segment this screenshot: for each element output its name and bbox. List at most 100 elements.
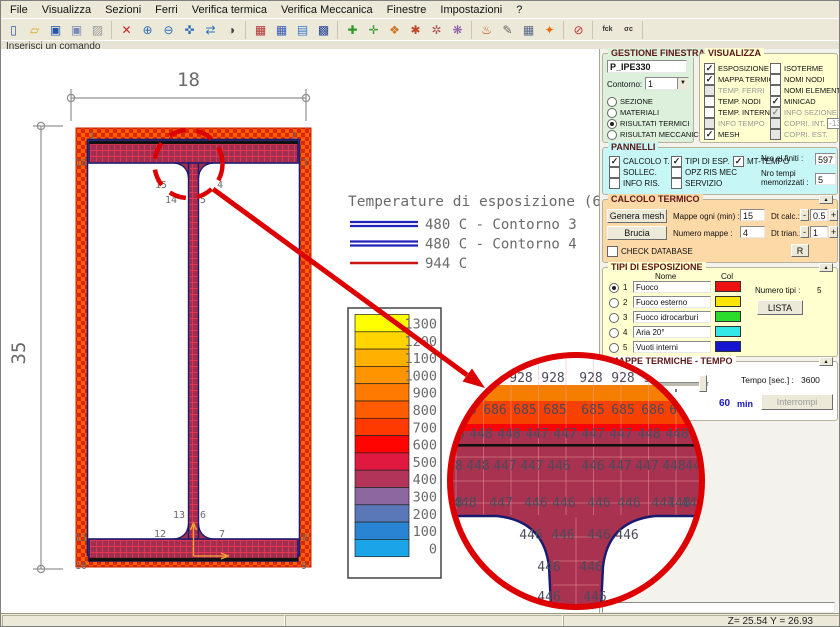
panel-title: PANNELLI bbox=[608, 142, 658, 152]
shade-icon[interactable]: ◑ bbox=[221, 21, 242, 39]
zoom-out-icon[interactable]: ⊖ bbox=[158, 21, 179, 39]
interrompi-button[interactable]: Interrompi bbox=[761, 394, 833, 410]
dt-calc-input[interactable]: 0.5 bbox=[810, 209, 828, 221]
mesh-map-icon[interactable]: ▤ bbox=[292, 21, 313, 39]
tipo-radio-4[interactable] bbox=[609, 327, 622, 338]
r-button[interactable]: R bbox=[791, 244, 809, 257]
save-all-icon[interactable]: ▣ bbox=[66, 21, 87, 39]
dt-trian-input[interactable]: 1 bbox=[810, 226, 828, 238]
chevron-down-icon[interactable]: ▼ bbox=[677, 78, 688, 89]
time-slider-handle[interactable] bbox=[699, 375, 707, 392]
checkbox-sollec-[interactable]: SOLLEC. bbox=[609, 167, 669, 178]
add-node-icon[interactable]: ✚ bbox=[342, 21, 363, 39]
radio-risultati-termici[interactable]: RISULTATI TERMICI bbox=[607, 118, 691, 129]
redraw-icon[interactable]: ⇄ bbox=[200, 21, 221, 39]
menu-visualizza[interactable]: Visualizza bbox=[35, 3, 98, 17]
tipo-color-swatch[interactable] bbox=[715, 296, 741, 307]
save-icon[interactable]: ▣ bbox=[45, 21, 66, 39]
tipo-color-swatch[interactable] bbox=[715, 326, 741, 337]
radio-materiali[interactable]: MATERIALI bbox=[607, 107, 691, 118]
menu-finestre[interactable]: Finestre bbox=[380, 3, 434, 17]
checkbox-tipi-di-esp-[interactable]: ✓TIPI DI ESP. bbox=[671, 156, 731, 167]
fire-icon[interactable]: ✦ bbox=[539, 21, 560, 39]
tipo-color-swatch[interactable] bbox=[715, 281, 741, 292]
zoom-in-icon[interactable]: ⊕ bbox=[137, 21, 158, 39]
pan-icon[interactable]: ✜ bbox=[179, 21, 200, 39]
genera-mesh-button[interactable]: Genera mesh bbox=[607, 209, 667, 223]
menu-impostazioni[interactable]: Impostazioni bbox=[433, 3, 509, 17]
checkbox-servizio[interactable]: SERVIZIO bbox=[671, 178, 731, 189]
results-table-icon[interactable]: ▦ bbox=[518, 21, 539, 39]
tipo-name-input[interactable]: Aria 20° bbox=[633, 326, 711, 338]
menu-ferri[interactable]: Ferri bbox=[148, 3, 185, 17]
menu-?[interactable]: ? bbox=[509, 3, 529, 17]
move-node-icon[interactable]: ✱ bbox=[405, 21, 426, 39]
checkbox-mappa-termica[interactable]: ✓MAPPA TERMICA bbox=[704, 74, 768, 85]
section-name-input[interactable]: P_IPE330 bbox=[607, 60, 687, 73]
tipo-radio-5[interactable] bbox=[609, 342, 622, 353]
checkbox-temp-interne[interactable]: TEMP. INTERNE bbox=[704, 107, 768, 118]
brucia-button[interactable]: Brucia bbox=[607, 226, 667, 240]
edit-contour-icon[interactable]: ❖ bbox=[384, 21, 405, 39]
tipo-name-input[interactable]: Fuoco esterno bbox=[633, 296, 711, 308]
menu-file[interactable]: File bbox=[3, 3, 35, 17]
tipo-radio-2[interactable] bbox=[609, 297, 622, 308]
checkbox-info-ris-[interactable]: INFO RIS. bbox=[609, 178, 669, 189]
tipo-name-input[interactable]: Vuoti interni bbox=[633, 341, 711, 353]
checkbox-isoterme[interactable]: ISOTERME bbox=[770, 63, 838, 74]
checkbox-check-database[interactable]: CHECK DATABASE bbox=[607, 246, 693, 257]
dt-trian-plus-button[interactable]: + bbox=[829, 226, 838, 238]
checkbox-esposizione[interactable]: ✓ESPOSIZIONE bbox=[704, 63, 768, 74]
dt-calc-minus-button[interactable]: - bbox=[800, 209, 809, 221]
tipo-color-swatch[interactable] bbox=[715, 311, 741, 322]
tipo-color-swatch[interactable] bbox=[715, 341, 741, 352]
checkbox-temp-ferri[interactable]: TEMP. FERRI bbox=[704, 85, 768, 96]
copri-int-value[interactable]: -13 bbox=[827, 118, 840, 129]
checkbox-opz-ris-mec[interactable]: OPZ RIS MEC bbox=[671, 167, 731, 178]
menu-sezioni[interactable]: Sezioni bbox=[98, 3, 148, 17]
dt-calc-plus-button[interactable]: + bbox=[829, 209, 838, 221]
edit-section-icon[interactable]: ✎ bbox=[497, 21, 518, 39]
mesh-results-icon[interactable]: ▩ bbox=[313, 21, 334, 39]
radio-sezione[interactable]: SEZIONE bbox=[607, 96, 691, 107]
checkbox-info-tempo[interactable]: INFO TEMPO bbox=[704, 118, 768, 129]
print-preview-icon[interactable]: ▨ bbox=[87, 21, 108, 39]
numero-mappe-input[interactable]: 4 bbox=[740, 226, 765, 238]
checkbox-mesh[interactable]: ✓MESH bbox=[704, 129, 768, 140]
disable-draw-icon[interactable]: ⊘ bbox=[568, 21, 589, 39]
checkbox-copri-est-[interactable]: COPRI. EST. bbox=[770, 129, 838, 140]
radio-risultati-meccanici[interactable]: RISULTATI MECCANICI bbox=[607, 129, 691, 140]
dt-trian-minus-button[interactable]: - bbox=[800, 226, 809, 238]
tipo-name-input[interactable]: Fuoco bbox=[633, 281, 711, 293]
time-slider[interactable] bbox=[611, 382, 709, 387]
checkbox-nomi-elementi[interactable]: NOMI ELEMENTI bbox=[770, 85, 838, 96]
materials-icon[interactable]: ❋ bbox=[447, 21, 468, 39]
fck-parameters-icon[interactable]: fck bbox=[597, 21, 618, 39]
panel-collapse-button[interactable]: ▴ bbox=[819, 263, 833, 272]
add-contour-icon[interactable]: ✛ bbox=[363, 21, 384, 39]
delete-node-icon[interactable]: ✲ bbox=[426, 21, 447, 39]
menu-verifica-meccanica[interactable]: Verifica Meccanica bbox=[274, 3, 380, 17]
checkbox-temp-nodi[interactable]: TEMP. NODI bbox=[704, 96, 768, 107]
checkbox-minicad[interactable]: ✓MINICAD bbox=[770, 96, 838, 107]
contorno-select[interactable]: 1 ▼ bbox=[645, 77, 689, 90]
mesh-elements-icon[interactable]: ▦ bbox=[271, 21, 292, 39]
tipo-name-input[interactable]: Fuoco idrocarburi bbox=[633, 311, 711, 323]
lista-button[interactable]: LISTA bbox=[757, 300, 803, 315]
checkbox-calcolo-t-[interactable]: ✓CALCOLO T. bbox=[609, 156, 669, 167]
mesh-nodes-icon[interactable]: ▦ bbox=[250, 21, 271, 39]
sigma-parameters-icon[interactable]: σc bbox=[618, 21, 639, 39]
open-file-icon[interactable]: ▱ bbox=[24, 21, 45, 39]
zoom-extents-icon[interactable]: ✕ bbox=[116, 21, 137, 39]
mappe-ogni-input[interactable]: 15 bbox=[740, 209, 765, 221]
panel-collapse-button[interactable]: ▴ bbox=[819, 357, 833, 366]
tipo-radio-1[interactable] bbox=[609, 282, 622, 293]
menu-verifica-termica[interactable]: Verifica termica bbox=[185, 3, 274, 17]
panel-collapse-button[interactable]: ▴ bbox=[819, 195, 833, 204]
thermal-calc-icon[interactable]: ♨ bbox=[476, 21, 497, 39]
checkbox-nomi-nodi[interactable]: NOMI NODI bbox=[770, 74, 838, 85]
tipo-radio-3[interactable] bbox=[609, 312, 622, 323]
checkbox-info-sezione[interactable]: ✓INFO SEZIONE bbox=[770, 107, 838, 118]
checkbox-copri-int-[interactable]: COPRI. INT.-13 bbox=[770, 118, 838, 129]
new-document-icon[interactable]: ▯ bbox=[3, 21, 24, 39]
